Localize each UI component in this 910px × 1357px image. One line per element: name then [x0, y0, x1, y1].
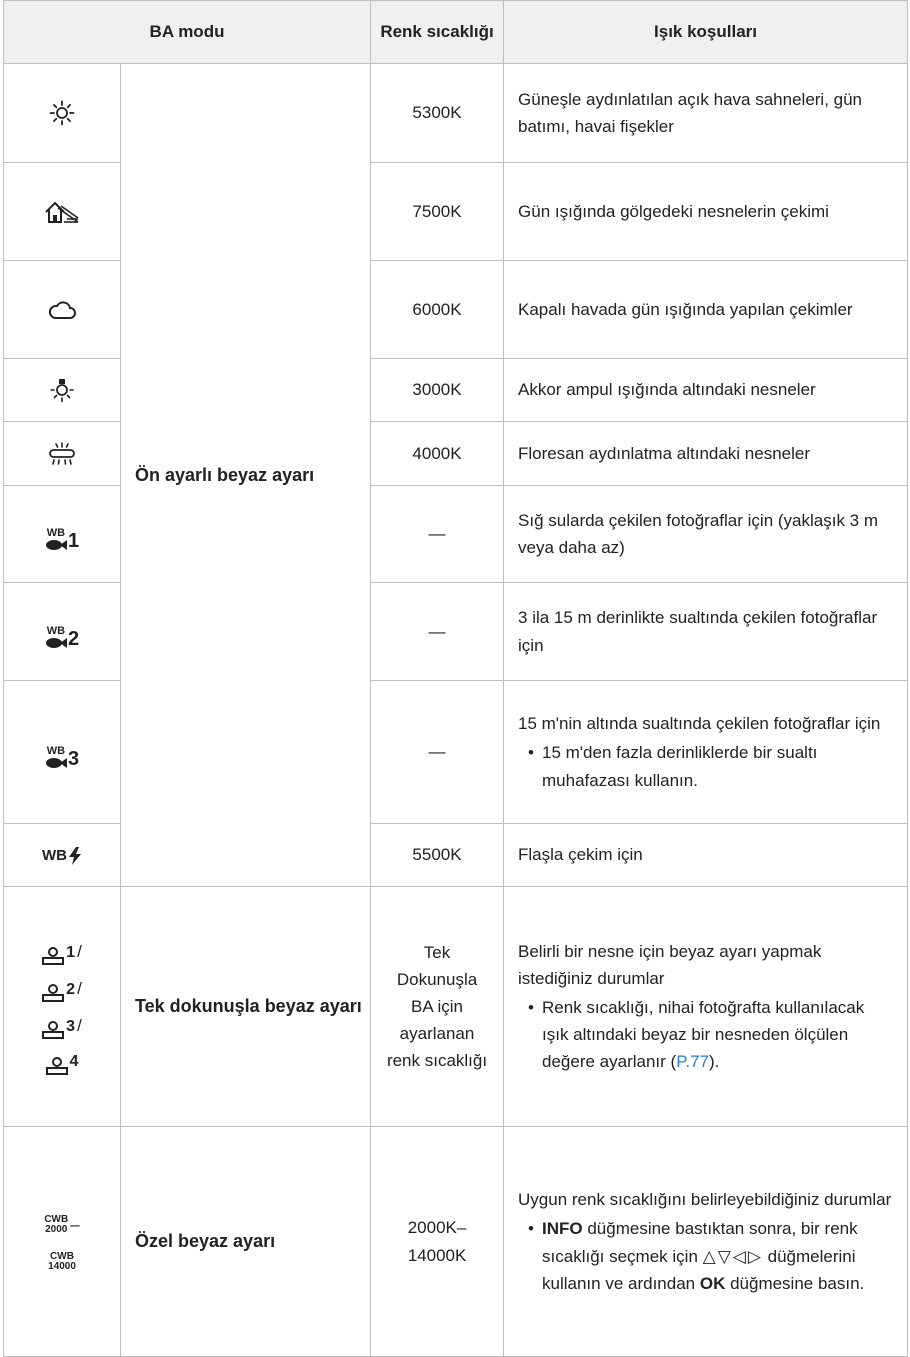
color-temperature: —: [370, 582, 505, 681]
cloudy-icon: [48, 300, 76, 319]
mode-icon-cell: 1/ 2/ 3/ 4: [3, 886, 121, 1127]
color-temperature: 5500K: [370, 823, 505, 887]
fluorescent-icon: [49, 441, 75, 465]
condition-notes: Renk sıcaklığı, nihai fotoğrafta kullanı…: [518, 994, 895, 1076]
mode-icon-cell: WB: [3, 823, 121, 887]
white-balance-table: BA modu Renk sıcaklığı Işık koşulları Ön…: [2, 0, 909, 1357]
light-condition: Akkor ampul ışığında altındaki nesneler: [503, 358, 909, 422]
one-touch-wb-icon: 1/ 2/ 3/ 4: [4, 938, 120, 1076]
condition-note: Renk sıcaklığı, nihai fotoğrafta kullanı…: [528, 994, 895, 1076]
underwater-3-icon: WB 3: [45, 745, 80, 770]
table-row: CWB 2000 – CWB 14000 Özel beyaz ayarı 2000…: [3, 1126, 909, 1357]
condition-notes: 15 m'den fazla derinliklerde bir sualtı …: [518, 739, 895, 793]
one-touch-wb-2-icon: 2/: [42, 975, 82, 1003]
condition-text: Uygun renk sıcaklığını belirleyebildiğin…: [518, 1190, 892, 1210]
header-mode: BA modu: [2, 0, 372, 64]
header-color-temperature: Renk sıcaklığı: [370, 0, 505, 64]
one-touch-wb-1-icon: 1/: [42, 938, 82, 966]
condition-notes: INFO düğmesine bastıktan sonra, bir renk…: [518, 1215, 895, 1297]
one-touch-wb-3-icon: 3/: [42, 1012, 82, 1040]
custom-wb-icon: CWB 2000 – CWB 14000: [44, 1213, 80, 1273]
one-touch-wb-4-icon: 4: [45, 1049, 78, 1076]
custom-wb-group-label: Özel beyaz ayarı: [119, 1126, 372, 1357]
light-condition: Uygun renk sıcaklığını belirleyebildiğin…: [503, 1126, 909, 1357]
table-header-row: BA modu Renk sıcaklığı Işık koşulları: [2, 0, 909, 64]
header-light-conditions: Işık koşulları: [503, 0, 909, 64]
mode-icon-cell: [3, 260, 121, 359]
condition-note: INFO düğmesine bastıktan sonra, bir renk…: [528, 1215, 895, 1297]
light-condition: Sığ sularda çekilen fotoğraflar için (ya…: [503, 485, 909, 583]
ok-button-label: OK: [699, 1273, 726, 1293]
light-condition: Gün ışığında gölgedeki nesnelerin çekimi: [503, 162, 909, 261]
shade-icon: [45, 201, 79, 223]
mode-icon-cell: [3, 162, 121, 261]
sunny-icon: [49, 100, 75, 126]
color-temperature: 5300K: [370, 63, 505, 163]
color-temperature: —: [370, 680, 505, 824]
mode-icon-cell: WB 1: [3, 485, 121, 583]
page-reference-link[interactable]: P.77: [676, 1052, 709, 1071]
color-temperature: 6000K: [370, 260, 505, 359]
underwater-1-icon: WB 1: [45, 527, 80, 552]
light-condition: Flaşla çekim için: [503, 823, 909, 887]
mode-icon-cell: WB 2: [3, 582, 121, 681]
light-condition: 15 m'nin altında sualtında çekilen fotoğ…: [503, 680, 909, 824]
preset-wb-group-label: Ön ayarlı beyaz ayarı: [119, 63, 372, 887]
info-button-label: INFO: [542, 1219, 583, 1239]
mode-icon-cell: WB 3: [3, 680, 121, 824]
mode-icon-cell: [3, 63, 121, 163]
color-temperature: 4000K: [370, 421, 505, 486]
incandescent-icon: [50, 379, 74, 403]
light-condition: Belirli bir nesne için beyaz ayarı yapma…: [503, 886, 909, 1127]
color-temperature: 2000K– 14000K: [370, 1126, 505, 1357]
color-temperature: —: [370, 485, 505, 583]
one-touch-wb-group-label: Tek dokunuşla beyaz ayarı: [119, 886, 372, 1127]
color-temperature: 7500K: [370, 162, 505, 261]
mode-icon-cell: [3, 421, 121, 486]
color-temperature: 3000K: [370, 358, 505, 422]
table-row: Ön ayarlı beyaz ayarı 5300K Güneşle aydı…: [3, 63, 909, 887]
table-row: 1/ 2/ 3/ 4 Tek dokunuşla beyaz ayarı Tek…: [3, 886, 909, 1127]
wb-flash-icon: WB: [42, 844, 82, 868]
mode-icon-cell: CWB 2000 – CWB 14000: [3, 1126, 121, 1357]
condition-text: 15 m'nin altında sualtında çekilen fotoğ…: [518, 714, 881, 734]
light-condition: Floresan aydınlatma altındaki nesneler: [503, 421, 909, 486]
light-condition: Kapalı havada gün ışığında yapılan çekim…: [503, 260, 909, 359]
condition-text: Belirli bir nesne için beyaz ayarı yapma…: [518, 941, 822, 988]
light-condition: 3 ila 15 m derinlikte sualtında çekilen …: [503, 582, 909, 681]
color-temperature: Tek Dokunuşla BA için ayarlanan renk sıc…: [370, 886, 505, 1127]
arrow-pad-icon: △▽◁▷: [702, 1246, 763, 1266]
light-condition: Güneşle aydınlatılan açık hava sahneleri…: [503, 63, 909, 163]
underwater-2-icon: WB 2: [45, 624, 80, 650]
condition-note: 15 m'den fazla derinliklerde bir sualtı …: [528, 739, 895, 793]
mode-icon-cell: [3, 358, 121, 422]
